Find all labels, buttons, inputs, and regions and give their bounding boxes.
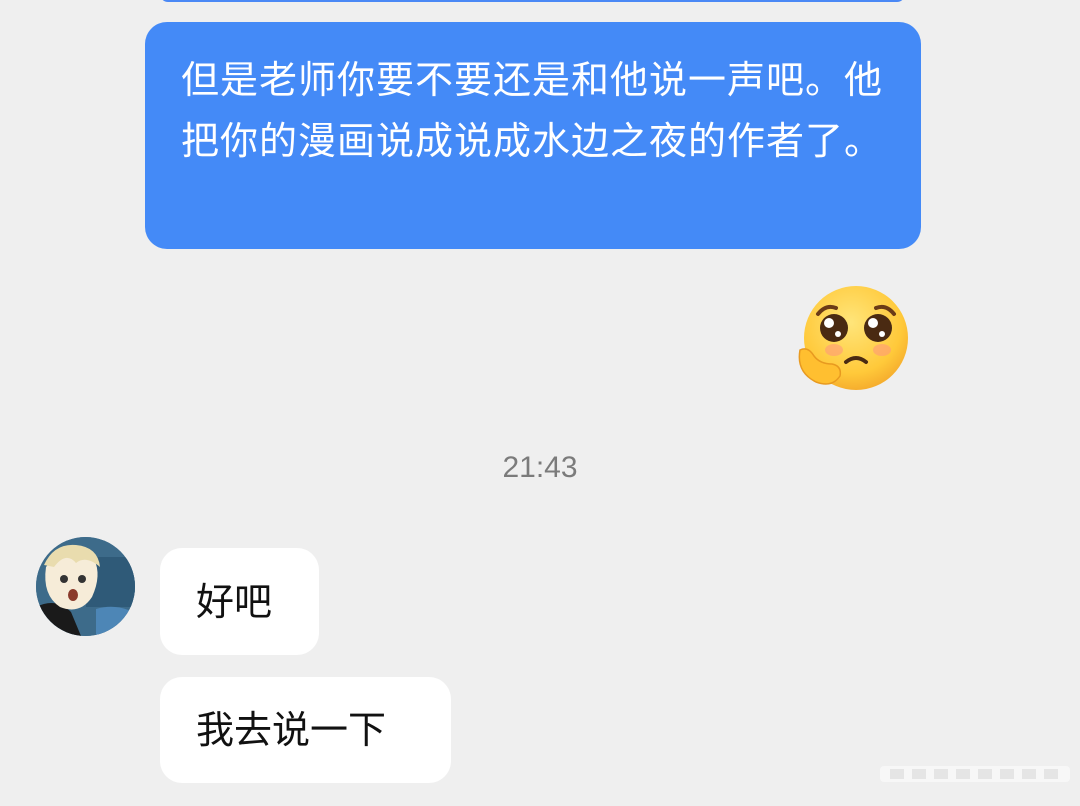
avatar[interactable] (36, 537, 135, 636)
incoming-message-text: 好吧 (196, 580, 273, 624)
incoming-message-text: 我去说一下 (196, 708, 387, 752)
watermark-mark (880, 766, 1070, 782)
outgoing-message-text: 但是老师你要不要还是和他说一声吧。他把你的漫画说成说成水边之夜的作者了。 (181, 58, 884, 163)
incoming-message-bubble[interactable]: 我去说一下 (160, 677, 451, 783)
avatar-image (36, 537, 135, 636)
pleading-face-emoji[interactable] (794, 284, 912, 396)
chat-view: 但是老师你要不要还是和他说一声吧。他把你的漫画说成说成水边之夜的作者了。 21:… (0, 0, 1080, 806)
outgoing-message-bubble[interactable]: 但是老师你要不要还是和他说一声吧。他把你的漫画说成说成水边之夜的作者了。 (145, 22, 921, 249)
previous-message-bubble-edge[interactable] (160, 0, 905, 2)
incoming-message-bubble[interactable]: 好吧 (160, 548, 319, 655)
message-timestamp: 21:43 (502, 451, 578, 484)
